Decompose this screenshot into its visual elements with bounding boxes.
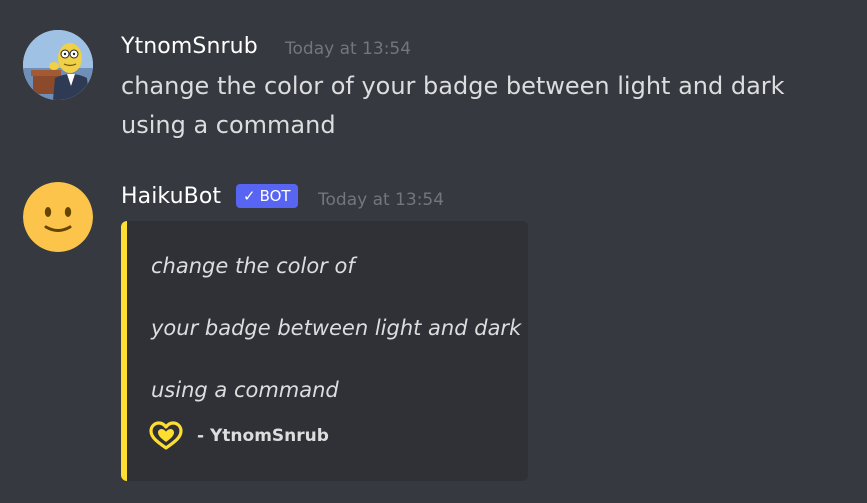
yellow-heart-badge-icon <box>149 421 183 450</box>
user-avatar[interactable] <box>23 30 93 100</box>
bot-tag: ✓ BOT <box>236 184 298 208</box>
bot-tag-label: BOT <box>259 187 291 205</box>
slightly-smiling-face-icon <box>23 182 93 252</box>
check-icon: ✓ <box>243 187 256 205</box>
haiku-line-2: your badge between light and dark <box>151 316 522 340</box>
message-author[interactable]: HaikuBot <box>121 184 221 209</box>
message-timestamp[interactable]: Today at 13:54 <box>285 39 411 59</box>
message-content: change the color of your badge between l… <box>121 72 785 139</box>
bot-avatar[interactable] <box>23 182 93 252</box>
haiku-line-1: change the color of <box>151 254 355 278</box>
haiku-line-3: using a command <box>151 378 339 402</box>
embed-footer: - YtnomSnrub <box>149 421 329 451</box>
haiku-embed: change the color of your badge between l… <box>121 221 528 481</box>
message-author[interactable]: YtnomSnrub <box>121 34 258 59</box>
embed-footer-author: - YtnomSnrub <box>197 426 329 446</box>
message-timestamp[interactable]: Today at 13:54 <box>318 190 444 210</box>
